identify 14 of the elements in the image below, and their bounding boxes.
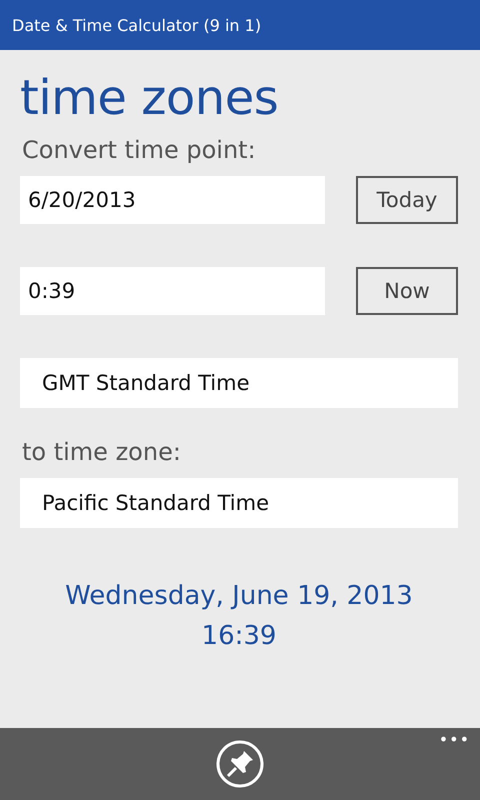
from-zone-picker[interactable]: GMT Standard Time: [20, 358, 458, 408]
to-zone-label: to time zone:: [22, 438, 182, 466]
today-button[interactable]: Today: [356, 176, 458, 224]
window-title: Date & Time Calculator (9 in 1): [12, 16, 262, 34]
result-time: 16:39: [200, 620, 278, 653]
now-button[interactable]: Now: [356, 267, 458, 315]
page-heading: time zones: [20, 70, 280, 126]
to-zone-picker[interactable]: Pacific Standard Time: [20, 478, 458, 528]
more-button[interactable]: •••: [438, 730, 470, 749]
time-field[interactable]: 0:39: [20, 267, 325, 315]
result-date: Wednesday, June 19, 2013: [64, 580, 414, 613]
convert-label: Convert time point:: [22, 136, 257, 164]
pin-icon[interactable]: [215, 739, 265, 789]
date-field[interactable]: 6/20/2013: [20, 176, 325, 224]
